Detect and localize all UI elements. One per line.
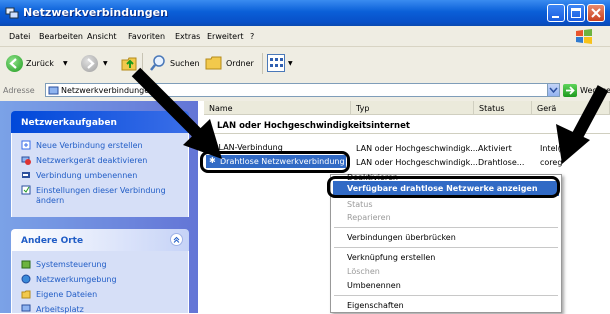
search-icon[interactable]: [149, 54, 167, 72]
menu-erweitert[interactable]: Erweitert: [207, 32, 244, 41]
view-dropdown-icon[interactable]: ▼: [288, 60, 293, 67]
address-label: Adresse: [3, 86, 35, 95]
toolbar: Zurück ▼ ▼ Suchen Ordner ▼: [0, 47, 610, 81]
network-folder-icon: [48, 86, 59, 95]
wireless-connection-status: Drahtlose...: [478, 158, 525, 167]
address-bar: Adresse Netzwerkverbindunge Wechseln zu: [0, 80, 610, 102]
forward-arrow-icon[interactable]: [81, 55, 98, 72]
callout-box-show-wireless-networks: [327, 176, 560, 198]
address-dropdown-icon[interactable]: [547, 83, 560, 97]
close-icon: [591, 8, 601, 18]
disable-network-icon: [21, 156, 31, 165]
menu-favoriten[interactable]: Favoriten: [128, 32, 165, 41]
view-grid-icon[interactable]: [267, 54, 285, 72]
menu-separator: [334, 227, 558, 228]
collapse-chevron-icon[interactable]: [170, 233, 183, 246]
rename-icon: [22, 172, 30, 178]
other-places-title: Andere Orte: [21, 236, 84, 246]
lan-connection-type: LAN oder Hochgeschwindigk...: [356, 144, 478, 153]
menu-item-delete[interactable]: Löschen: [347, 267, 380, 276]
back-arrow-icon[interactable]: [6, 55, 23, 72]
folder-up-icon[interactable]: [121, 54, 139, 72]
other-places-body: Systemsteuerung Netzwerkumgebung Eigene …: [11, 251, 189, 314]
back-button-label[interactable]: Zurück: [26, 59, 54, 68]
group-title: LAN oder Hochgeschwindigkeitsinternet: [217, 121, 410, 131]
menu-item-status[interactable]: Status: [347, 200, 373, 209]
network-connections-icon: [5, 7, 19, 19]
menu-extras[interactable]: Extras: [175, 32, 200, 41]
menu-datei[interactable]: Datei: [9, 32, 30, 41]
menu-item-properties[interactable]: Eigenschaften: [347, 301, 404, 310]
folders-button-label[interactable]: Ordner: [226, 59, 254, 68]
menu-separator: [334, 295, 558, 296]
settings-icon: [21, 185, 31, 195]
menu-item-create-shortcut[interactable]: Verknüpfung erstellen: [347, 253, 435, 262]
task-pane: Netzwerkaufgaben Neue Verbindung erstell…: [0, 101, 198, 314]
go-button-label[interactable]: Wechseln zu: [580, 86, 610, 95]
menu-item-repair[interactable]: Reparieren: [347, 213, 391, 222]
column-header-name[interactable]: Name: [204, 101, 351, 115]
minimize-button[interactable]: [547, 4, 565, 22]
maximize-button[interactable]: [567, 4, 585, 22]
menu-bar: Datei Bearbeiten Ansicht Favoriten Extra…: [0, 26, 610, 47]
network-tasks-body: Neue Verbindung erstellen Netzwerkgerät …: [11, 133, 189, 217]
network-tasks-title: Netzwerkaufgaben: [21, 118, 117, 128]
my-documents-icon: [21, 290, 31, 299]
network-tasks-header[interactable]: Netzwerkaufgaben: [11, 111, 189, 133]
forward-dropdown-icon[interactable]: ▼: [103, 60, 108, 67]
wireless-connection-type: LAN oder Hochgeschwindigk...: [356, 158, 478, 167]
folders-icon[interactable]: [205, 54, 223, 72]
menu-ansicht[interactable]: Ansicht: [87, 32, 117, 41]
windows-logo-icon: [576, 29, 592, 44]
control-panel-icon: [21, 260, 31, 269]
address-value: Netzwerkverbindunge: [61, 86, 150, 95]
column-header-status[interactable]: Status: [474, 101, 532, 115]
back-dropdown-icon[interactable]: ▼: [63, 60, 68, 67]
callout-box-wireless-connection: [200, 151, 350, 173]
menu-item-rename[interactable]: Umbenennen: [347, 281, 401, 290]
lan-connection-device: Intel(: [540, 144, 561, 153]
close-button[interactable]: [587, 4, 605, 22]
address-input[interactable]: Netzwerkverbindunge: [45, 83, 548, 97]
lan-connection-status: Aktiviert: [478, 144, 512, 153]
group-divider: [212, 133, 610, 134]
network-neighborhood-icon: [21, 274, 31, 284]
wireless-connection-device: coreg: [540, 158, 563, 167]
menu-separator: [334, 247, 558, 248]
column-header-type[interactable]: Typ: [351, 101, 474, 115]
title-bar[interactable]: Netzwerkverbindungen: [0, 0, 610, 26]
menu-item-bridge-connections[interactable]: Verbindungen überbrücken: [347, 233, 456, 242]
search-button-label[interactable]: Suchen: [170, 59, 200, 68]
new-connection-icon: [21, 140, 31, 150]
other-places-header[interactable]: Andere Orte: [11, 229, 189, 251]
window-title: Netzwerkverbindungen: [23, 6, 168, 19]
go-arrow-icon[interactable]: [563, 84, 577, 97]
column-header-device[interactable]: Gerä: [532, 101, 610, 115]
menu-help[interactable]: ?: [250, 32, 254, 41]
menu-bearbeiten[interactable]: Bearbeiten: [39, 32, 83, 41]
